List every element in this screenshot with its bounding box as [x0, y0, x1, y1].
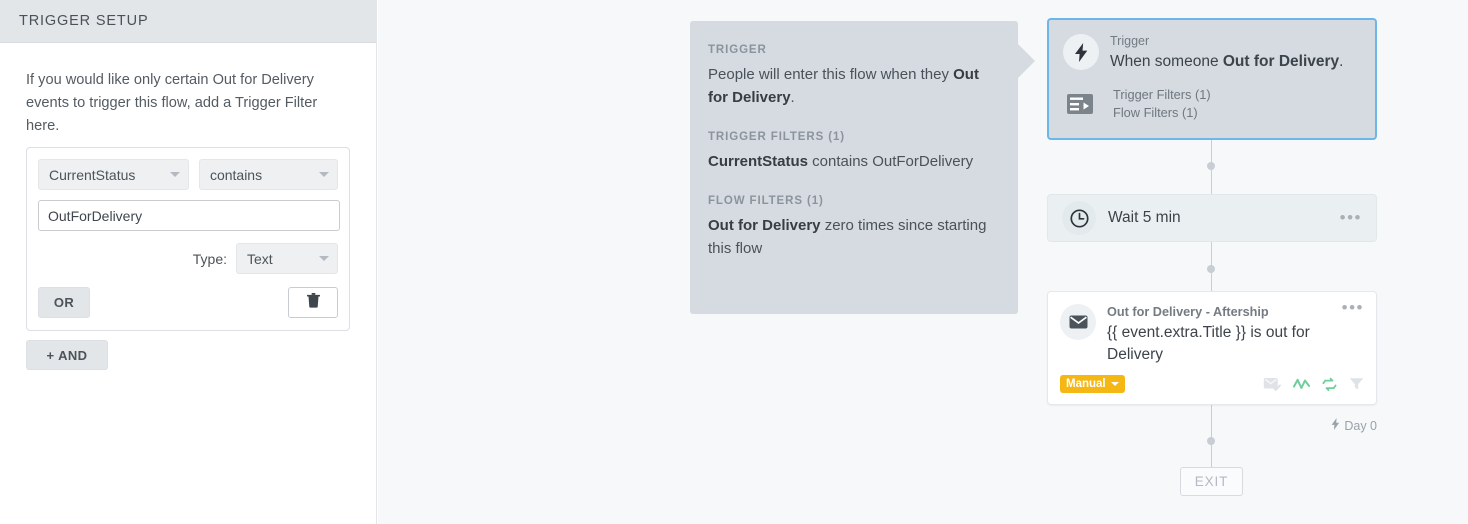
filter-field-select[interactable]: CurrentStatus	[38, 159, 189, 190]
trigger-filter-group: CurrentStatus contains Type: Text OR	[26, 147, 350, 331]
add-or-condition-button[interactable]: OR	[38, 287, 90, 318]
clock-icon	[1062, 201, 1096, 235]
chevron-down-icon	[319, 172, 329, 177]
email-card-subject: {{ event.extra.Title }} is out for Deliv…	[1107, 324, 1310, 363]
trigger-setup-panel: TRIGGER SETUP If you would like only cer…	[0, 0, 377, 524]
trigger-filters-count: Trigger Filters (1)	[1113, 87, 1211, 102]
trash-icon	[306, 292, 320, 313]
chevron-down-icon	[1110, 382, 1119, 386]
exit-label: EXIT	[1194, 474, 1229, 489]
filter-type-value: Text	[247, 250, 273, 267]
add-and-condition-button[interactable]: + AND	[26, 340, 108, 370]
filter-type-row: Type: Text	[38, 243, 338, 274]
envelope-icon	[1060, 304, 1096, 340]
tooltip-text-before: People will enter this flow when they	[708, 66, 954, 83]
flow-filters-count: Flow Filters (1)	[1113, 105, 1198, 120]
filter-type-label: Type:	[192, 250, 227, 267]
smart-sending-icon	[1293, 377, 1310, 391]
panel-description: If you would like only certain Out for D…	[26, 72, 318, 134]
status-badge[interactable]: Manual	[1060, 375, 1125, 393]
tooltip-section-body: CurrentStatus contains OutForDelivery	[708, 150, 988, 173]
utm-tracking-icon	[1322, 377, 1337, 392]
connector-node[interactable]	[1207, 162, 1215, 170]
filter-operator-value: contains	[209, 166, 263, 183]
exit-node[interactable]: EXIT	[1180, 467, 1243, 496]
tooltip-section-trigger-filters: TRIGGER FILTERS (1) CurrentStatus contai…	[708, 131, 988, 173]
and-button-label: + AND	[46, 347, 88, 363]
connector-node[interactable]	[1207, 265, 1215, 273]
filter-operator-select[interactable]: contains	[198, 159, 338, 190]
tooltip-text-bold: CurrentStatus	[708, 153, 809, 170]
email-card-header: Out for Delivery - Aftership ••• {{ even…	[1060, 299, 1364, 366]
tooltip-section-trigger: TRIGGER People will enter this flow when…	[708, 44, 988, 109]
trigger-title-after: .	[1339, 53, 1344, 70]
tooltip-section-heading: FLOW FILTERS (1)	[708, 195, 824, 207]
email-card-name: Out for Delivery - Aftership	[1107, 305, 1269, 319]
envelope-check-icon	[1263, 377, 1281, 392]
trigger-card[interactable]: Trigger When someone Out for Delivery. T…	[1047, 18, 1377, 140]
or-button-label: OR	[53, 295, 75, 310]
tooltip-text-bold: Out for Delivery	[708, 217, 821, 234]
trigger-title-bold: Out for Delivery	[1222, 53, 1340, 70]
status-badge-label: Manual	[1066, 378, 1106, 390]
day-label-text: Day 0	[1344, 418, 1377, 433]
lightning-bolt-icon	[1063, 34, 1099, 70]
wait-card-label: Wait 5 min	[1108, 209, 1181, 226]
panel-header: TRIGGER SETUP	[0, 0, 376, 43]
chevron-down-icon	[319, 256, 329, 261]
trigger-card-text: Trigger When someone Out for Delivery.	[1110, 34, 1343, 72]
email-card-footer: Manual	[1060, 375, 1364, 393]
filter-type-select[interactable]: Text	[236, 243, 338, 274]
filter-condition-row: CurrentStatus contains	[38, 159, 338, 190]
filter-actions-row: OR	[38, 287, 338, 318]
email-card-text: Out for Delivery - Aftership ••• {{ even…	[1107, 299, 1364, 366]
filters-list-icon	[1066, 92, 1096, 116]
lightning-bolt-icon	[1331, 418, 1340, 433]
filter-funnel-icon	[1349, 377, 1364, 391]
tooltip-section-flow-filters: FLOW FILTERS (1) Out for Delivery zero t…	[708, 195, 988, 260]
trigger-summary-tooltip: TRIGGER People will enter this flow when…	[690, 21, 1035, 314]
delete-filter-button[interactable]	[288, 287, 338, 318]
tooltip-text-after: contains OutForDelivery	[808, 153, 974, 170]
day-label: Day 0	[1331, 418, 1377, 433]
trigger-card-title: When someone Out for Delivery.	[1110, 51, 1343, 72]
email-card-menu-button[interactable]: •••	[1342, 299, 1364, 316]
tooltip-section-heading: TRIGGER	[708, 44, 767, 56]
trigger-card-header: Trigger When someone Out for Delivery.	[1063, 34, 1361, 72]
filter-value-input[interactable]	[38, 200, 340, 231]
flow-editor-screen: TRIGGER SETUP If you would like only cer…	[0, 0, 1468, 524]
trigger-title-before: When someone	[1110, 53, 1223, 70]
trigger-card-label: Trigger	[1110, 34, 1150, 48]
email-card-status-icons	[1263, 377, 1364, 392]
chevron-down-icon	[169, 172, 180, 177]
email-card-title-row: Out for Delivery - Aftership •••	[1107, 299, 1364, 320]
flow-diagram: Trigger When someone Out for Delivery. T…	[1047, 0, 1377, 524]
connector-node[interactable]	[1207, 437, 1215, 445]
email-card[interactable]: Out for Delivery - Aftership ••• {{ even…	[1047, 291, 1377, 405]
tooltip-text-after: .	[790, 89, 795, 106]
tooltip-section-heading: TRIGGER FILTERS (1)	[708, 131, 845, 143]
tooltip-section-body: People will enter this flow when they Ou…	[708, 63, 988, 109]
page-title: TRIGGER SETUP	[19, 13, 149, 29]
tooltip-section-body: Out for Delivery zero times since starti…	[708, 214, 988, 260]
filters-counts: Trigger Filters (1) Flow Filters (1)	[1113, 86, 1211, 122]
trigger-card-filters[interactable]: Trigger Filters (1) Flow Filters (1)	[1063, 86, 1361, 122]
wait-card[interactable]: Wait 5 min •••	[1047, 194, 1377, 242]
wait-card-menu-button[interactable]: •••	[1340, 209, 1362, 226]
filter-field-value: CurrentStatus	[49, 166, 136, 183]
